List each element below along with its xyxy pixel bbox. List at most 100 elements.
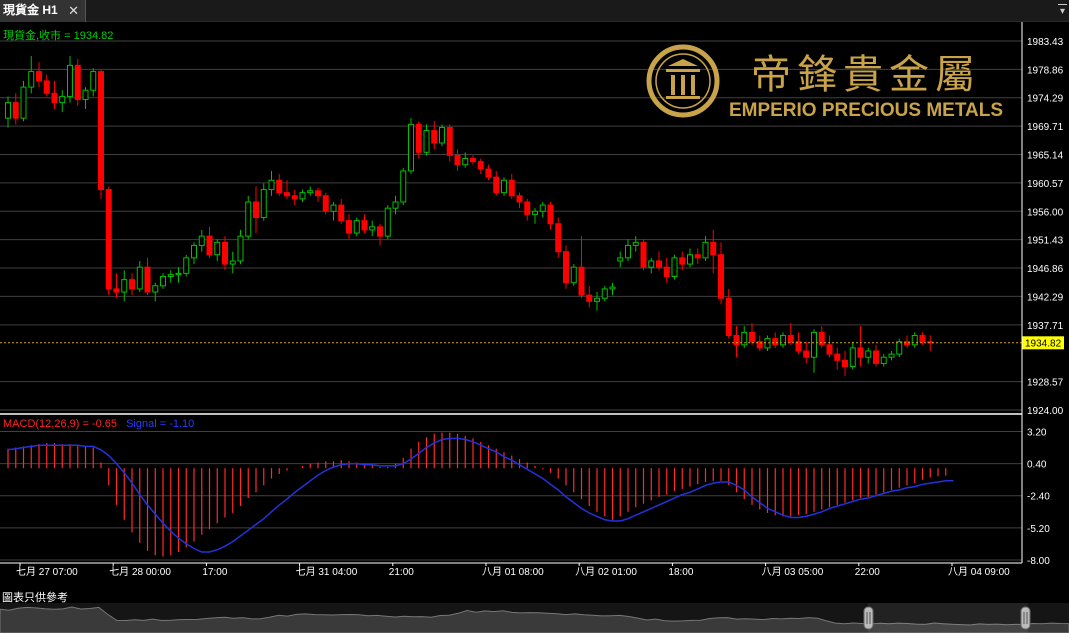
candle [749, 323, 755, 345]
candle-body [183, 257, 190, 274]
candle [656, 251, 662, 271]
candle-body [299, 192, 306, 200]
macd-tick-label: -2.40 [1027, 492, 1050, 503]
candle [888, 351, 895, 361]
price-chart[interactable]: 帝鋒貴金屬 EMPERIO PRECIOUS METALS 1934.82 19… [0, 22, 1069, 582]
candle [98, 69, 104, 199]
time-tick-label: 七月 31 04:00 [296, 566, 358, 578]
candle [896, 338, 903, 358]
candle [718, 242, 724, 305]
candle-body [919, 334, 926, 343]
candle [609, 282, 616, 296]
candle-body [508, 179, 515, 197]
candle-body [601, 288, 608, 299]
candle [632, 236, 639, 252]
candle-body [268, 179, 275, 191]
candle [694, 248, 701, 265]
price-tag-value: 1934.82 [1025, 338, 1062, 349]
candle-body [28, 71, 35, 88]
candle [826, 335, 833, 358]
time-tick-label: 18:00 [668, 567, 693, 578]
candle-body [539, 204, 546, 212]
candle [415, 121, 422, 159]
candle [803, 341, 810, 364]
candle-body [733, 334, 740, 346]
price-tick-label: 1928.57 [1027, 378, 1064, 389]
price-tick-label: 1978.86 [1027, 65, 1064, 76]
candle-body [896, 341, 903, 355]
candle-body [82, 89, 89, 101]
candle-body [423, 130, 430, 153]
navigator-window[interactable] [868, 603, 1028, 633]
candle [338, 198, 345, 224]
candle [206, 226, 213, 258]
candle-body [160, 275, 166, 287]
candle [733, 326, 740, 358]
candle-body [834, 353, 841, 361]
time-tick-label: 八月 03 05:00 [762, 566, 824, 578]
navigator-svg[interactable] [0, 603, 1069, 633]
candle [648, 257, 655, 274]
candle [82, 87, 89, 109]
candle-body [888, 353, 895, 358]
candle-body [284, 192, 290, 197]
candle [384, 205, 391, 240]
candle-body [291, 195, 298, 200]
close-icon[interactable]: ✕ [68, 0, 79, 21]
candle-body [74, 64, 81, 101]
candle [152, 282, 159, 302]
candle-body [167, 274, 174, 277]
candle-body [5, 102, 11, 119]
candle-body [547, 204, 554, 225]
candle-body [392, 201, 399, 209]
navigator-left-handle[interactable] [863, 606, 874, 630]
candle [501, 177, 507, 196]
time-tick-label: 八月 02 01:00 [575, 566, 637, 578]
candle-body [36, 71, 42, 82]
price-tick-label: 1960.57 [1027, 179, 1064, 190]
candle [51, 80, 58, 109]
candle [377, 223, 383, 246]
time-tick-label: 七月 27 07:00 [16, 566, 78, 578]
candle [214, 239, 221, 261]
candle-body [687, 254, 693, 265]
chart-navigator[interactable] [0, 603, 1069, 633]
candle-body [353, 220, 360, 234]
candle-body [206, 235, 213, 256]
candle-body [454, 154, 461, 166]
candle-body [501, 179, 507, 194]
macd-tick-label: -8.00 [1027, 556, 1050, 567]
candle-body [462, 158, 469, 166]
chart-area[interactable]: 帝鋒貴金屬 EMPERIO PRECIOUS METALS 1934.82 19… [0, 22, 1069, 582]
candle-body [408, 123, 414, 172]
candle-body [787, 334, 794, 343]
candle [570, 264, 577, 286]
candle-body [20, 86, 27, 119]
candle [136, 260, 143, 293]
window-titlebar: 現貨金 H1 ✕ ▾ [0, 0, 1069, 22]
candle-body [632, 241, 639, 246]
candle [260, 183, 267, 221]
navigator-right-handle[interactable] [1020, 606, 1031, 630]
window-menu-icon[interactable]: ▾ [1058, 4, 1067, 18]
logo-english: EMPERIO PRECIOUS METALS [729, 100, 1003, 121]
candle [547, 201, 554, 230]
candle [408, 118, 414, 175]
candle-body [656, 260, 662, 268]
candle [431, 121, 438, 150]
candle-body [532, 210, 538, 215]
candle [361, 214, 368, 234]
candle-body [346, 220, 352, 234]
candle [710, 229, 717, 274]
candle [911, 332, 918, 348]
candle-body [59, 95, 66, 104]
candle-body [191, 244, 197, 259]
candle-body [718, 254, 724, 299]
candle-body [129, 279, 135, 290]
candle-body [710, 241, 717, 256]
chart-tab[interactable]: 現貨金 H1 ✕ [0, 0, 86, 22]
candle [516, 192, 523, 209]
candle-body [578, 266, 585, 296]
price-tick-label: 1946.86 [1027, 264, 1064, 275]
candle [160, 273, 166, 289]
